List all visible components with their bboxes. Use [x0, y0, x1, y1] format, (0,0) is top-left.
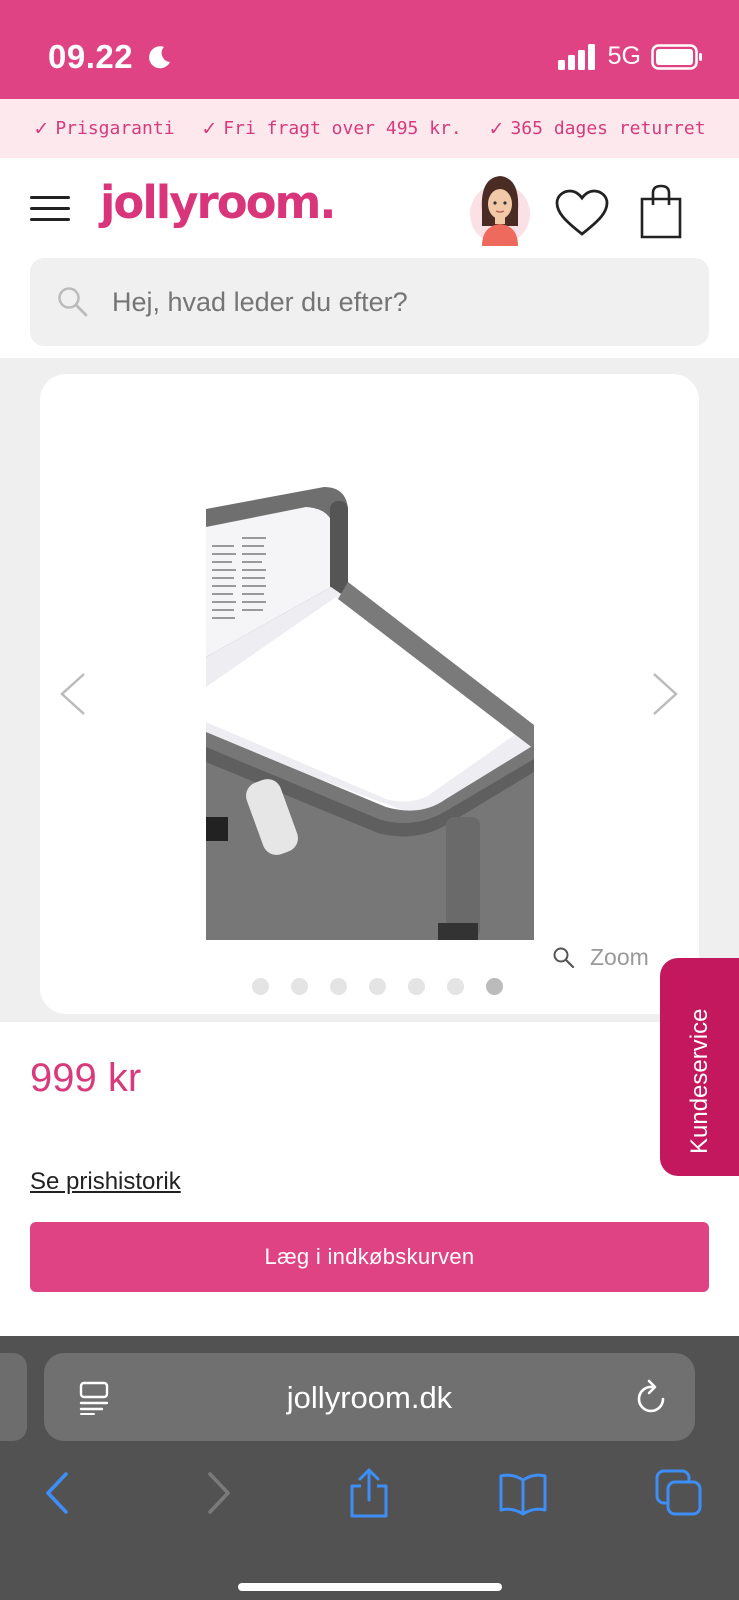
assistant-avatar[interactable] [468, 170, 532, 246]
price-history-link[interactable]: Se prishistorik [30, 1168, 181, 1196]
site-header: jollyroom. [0, 158, 739, 258]
heart-icon[interactable] [554, 188, 610, 238]
gallery-dot-active[interactable] [486, 978, 503, 995]
battery-icon [651, 43, 702, 70]
status-indicators: 5G [557, 42, 703, 71]
customer-service-tab[interactable]: Kundeservice [660, 958, 739, 1176]
network-type: 5G [607, 42, 641, 70]
zoom-label: Zoom [590, 944, 649, 970]
zoom-button[interactable]: Zoom [552, 944, 649, 971]
gallery-dot[interactable] [330, 978, 347, 995]
product-price: 999 kr [30, 1056, 142, 1100]
reload-icon[interactable] [635, 1379, 669, 1415]
status-time: 09.22 [48, 38, 173, 76]
status-bar: 09.22 5G [0, 0, 739, 99]
add-to-cart-button[interactable]: Læg i indkøbskurven [30, 1222, 709, 1292]
usp-label: Fri fragt over 495 kr. [223, 118, 462, 139]
tabs-icon[interactable] [654, 1468, 704, 1518]
hamburger-menu-icon[interactable] [30, 196, 70, 222]
gallery-dot[interactable] [369, 978, 386, 995]
gallery-dot[interactable] [447, 978, 464, 995]
usp-bar: ✓ Prisgaranti ✓ Fri fragt over 495 kr. ✓… [0, 99, 739, 158]
site-logo[interactable]: jollyroom. [100, 176, 337, 229]
time-text: 09.22 [48, 38, 134, 75]
customer-service-label: Kundeservice [686, 1008, 713, 1154]
check-icon: ✓ [33, 117, 50, 140]
shopping-bag-icon[interactable] [638, 183, 684, 239]
usp-item-returns: ✓ 365 dages returret [489, 118, 706, 140]
gallery-prev-arrow-icon[interactable] [58, 672, 88, 716]
previous-tab-preview[interactable] [0, 1353, 27, 1441]
zoom-icon [553, 947, 575, 968]
browser-toolbar [0, 1468, 739, 1528]
browser-chrome: jollyroom.dk [0, 1336, 739, 1600]
gallery-pagination [252, 978, 503, 995]
share-icon[interactable] [344, 1468, 394, 1518]
check-icon: ✓ [201, 117, 218, 140]
usp-item-price-guarantee: ✓ Prisgaranti [33, 118, 174, 140]
gallery-next-arrow-icon[interactable] [650, 672, 680, 716]
back-icon[interactable] [34, 1468, 84, 1518]
usp-label: 365 dages returret [510, 118, 706, 139]
gallery-dot[interactable] [291, 978, 308, 995]
bookmarks-icon[interactable] [498, 1468, 548, 1518]
product-image[interactable] [206, 487, 534, 940]
address-bar[interactable]: jollyroom.dk [44, 1353, 695, 1441]
url-text: jollyroom.dk [286, 1380, 453, 1415]
search-icon [58, 287, 88, 317]
search-input[interactable] [112, 286, 672, 318]
gallery-dot[interactable] [252, 978, 269, 995]
usp-label: Prisgaranti [55, 118, 175, 139]
home-indicator[interactable] [238, 1583, 502, 1591]
moon-icon [148, 46, 170, 69]
check-icon: ✓ [488, 117, 505, 140]
signal-bars-icon [557, 43, 595, 70]
search-bar[interactable] [30, 258, 709, 346]
forward-icon[interactable] [192, 1468, 242, 1518]
usp-item-free-shipping: ✓ Fri fragt over 495 kr. [201, 118, 461, 140]
gallery-dot[interactable] [408, 978, 425, 995]
